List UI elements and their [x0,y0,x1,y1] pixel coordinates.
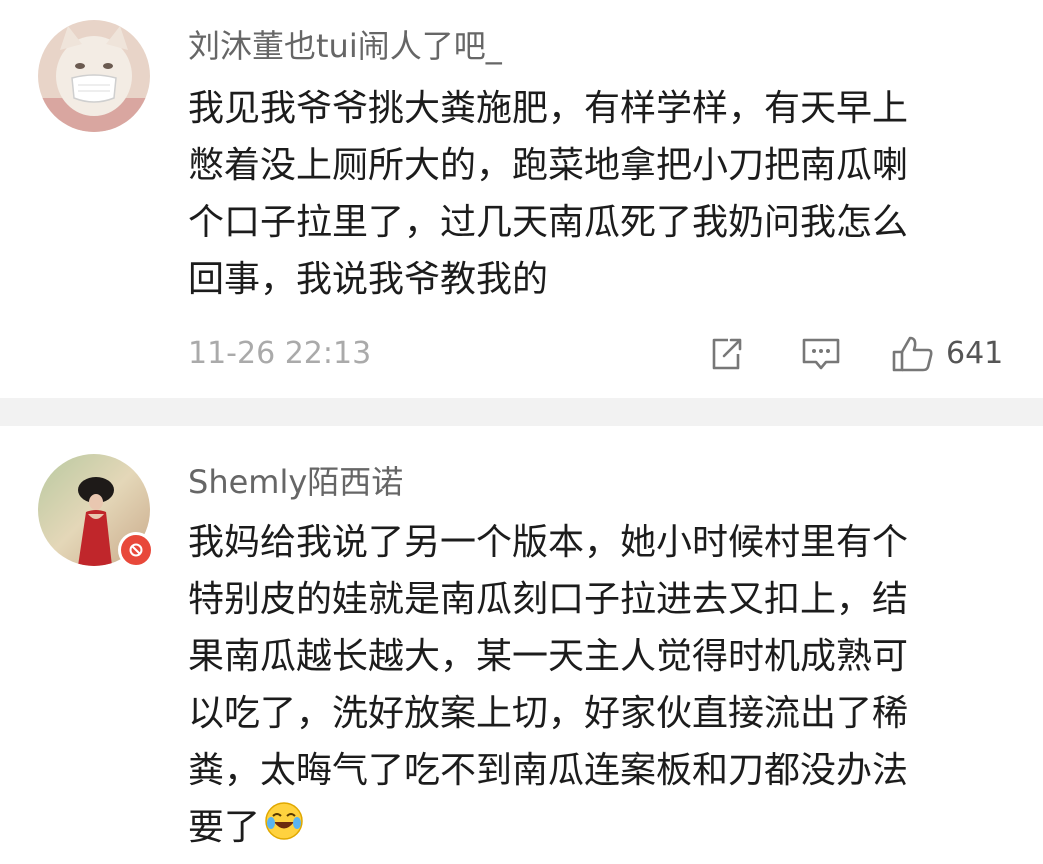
comment-divider [0,398,1043,426]
comment-card: 刘沐董也tui闹人了吧_ 我见我爷爷挑大粪施肥，有样学样，有天早上 憋着没上厕所… [0,0,1043,398]
comment-text-line: 以吃了，洗好放案上切，好家伙直接流出了稀 [188,693,909,734]
comment-text-line: 我见我爷爷挑大粪施肥，有样学样，有天早上 [188,88,909,129]
comment-card: Shemly陌西诺 我妈给我说了另一个版本，她小时候村里有个 特别皮的娃就是南瓜… [0,426,1043,864]
reply-button[interactable] [800,334,842,374]
like-button[interactable]: 641 [890,334,1003,374]
laughing-crying-emoji-icon [264,801,304,858]
share-button[interactable] [706,334,746,374]
comment-text-line: 我妈给我说了另一个版本，她小时候村里有个 [188,522,909,563]
comment-text-line: 个口子拉里了，过几天南瓜死了我奶问我怎么 [188,202,909,243]
comment-text: 我妈给我说了另一个版本，她小时候村里有个 特别皮的娃就是南瓜刻口子拉进去又扣上，… [188,514,1008,856]
comment-text-line: 憋着没上厕所大的，跑菜地拿把小刀把南瓜喇 [188,145,909,186]
timestamp: 11-26 22:13 [188,336,372,371]
comment-text-line: 特别皮的娃就是南瓜刻口子拉进去又扣上，结 [188,579,909,620]
verified-badge [118,532,154,568]
comment-text-segment: 要了 [188,807,261,848]
comment-text-line: 回事，我说我爷教我的 [188,259,549,300]
comment-text-line: 果南瓜越长越大，某一天主人觉得时机成熟可 [188,636,909,677]
share-icon [712,338,742,370]
thumbs-up-icon [892,336,933,372]
comment-text-line: 粪，太晦气了吃不到南瓜连案板和刀都没办法 [188,750,909,791]
username[interactable]: 刘沐董也tui闹人了吧_ [188,26,502,66]
username[interactable]: Shemly陌西诺 [188,462,403,502]
comment-text-line: 要了 [188,799,1008,856]
badge-icon [129,543,143,557]
comment-icon [802,338,840,370]
cat-avatar-image [38,20,150,132]
avatar[interactable] [38,20,150,132]
like-count: 641 [946,336,1004,371]
avatar[interactable] [38,454,154,568]
comment-text: 我见我爷爷挑大粪施肥，有样学样，有天早上 憋着没上厕所大的，跑菜地拿把小刀把南瓜… [188,80,1008,308]
